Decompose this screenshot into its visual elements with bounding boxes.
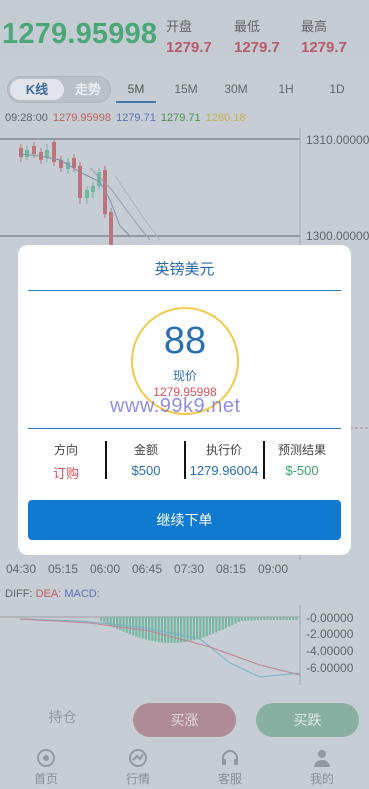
- order-strike-price: 执行价 1279.96004: [189, 443, 259, 478]
- current-price-label: 现价: [172, 369, 197, 383]
- order-direction: 方向 订购: [52, 443, 79, 481]
- countdown-value: 88: [163, 320, 207, 362]
- order-predicted-result: 预测结果 $-500: [277, 443, 326, 478]
- order-result-modal: 英镑美元 88 现价 1279.95998 www.99k9.net 方向 订购…: [18, 245, 351, 555]
- continue-order-button[interactable]: 继续下单: [28, 500, 341, 540]
- modal-title: 英镑美元: [154, 261, 215, 278]
- modal-divider: [28, 428, 341, 429]
- order-amount: 金额 $500: [131, 443, 161, 478]
- watermark: www.99k9.net: [110, 395, 241, 417]
- modal-divider: [28, 290, 341, 291]
